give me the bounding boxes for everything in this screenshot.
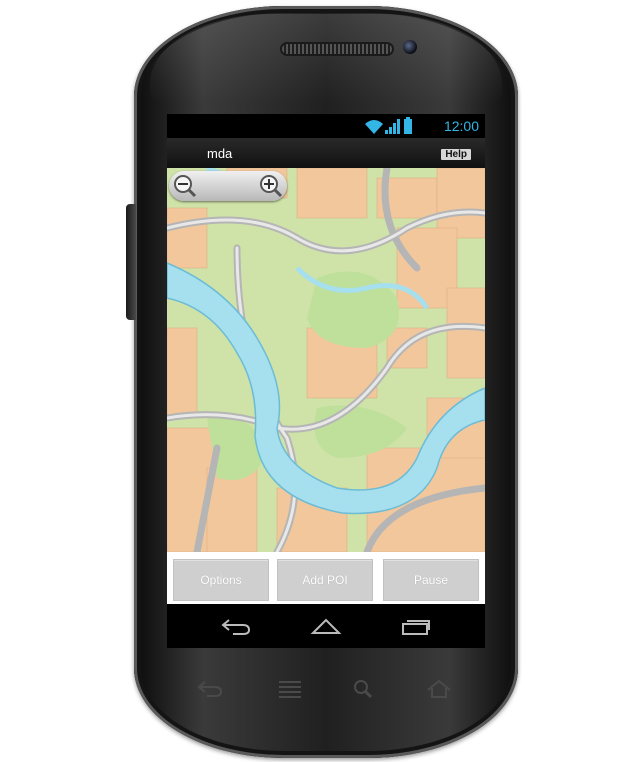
- app-title: mda: [207, 146, 233, 161]
- front-camera: [403, 40, 417, 54]
- map-view[interactable]: [167, 168, 485, 552]
- wifi-icon: [365, 120, 383, 134]
- home-key-icon[interactable]: [424, 678, 454, 700]
- zoom-out-icon[interactable]: [173, 174, 197, 198]
- zoom-control: [169, 171, 287, 201]
- add-poi-button[interactable]: Add POI: [277, 559, 373, 601]
- map-canvas[interactable]: [167, 168, 485, 552]
- signal-icon: [385, 119, 400, 134]
- options-button[interactable]: Options: [173, 559, 269, 601]
- pause-button[interactable]: Pause: [383, 559, 479, 601]
- status-bar: 12:00: [167, 114, 485, 138]
- battery-icon: [404, 117, 412, 134]
- recents-icon[interactable]: [399, 616, 433, 636]
- screen: 12:00 mda Help Options Add POI Pause: [167, 114, 485, 648]
- back-key-icon[interactable]: [195, 678, 225, 700]
- back-icon[interactable]: [219, 616, 253, 636]
- search-key-icon[interactable]: [349, 678, 379, 700]
- volume-button[interactable]: [126, 204, 136, 320]
- action-button-bar: Options Add POI Pause: [167, 552, 485, 604]
- nav-bar: [167, 604, 485, 648]
- status-icons: [365, 117, 412, 134]
- app-bar: mda Help: [167, 138, 485, 168]
- menu-key-icon[interactable]: [275, 678, 305, 700]
- zoom-in-icon[interactable]: [259, 174, 283, 198]
- home-icon[interactable]: [309, 616, 343, 636]
- earpiece-speaker: [280, 42, 394, 56]
- status-time: 12:00: [443, 118, 479, 134]
- help-button[interactable]: Help: [441, 149, 471, 160]
- phone-gloss: [150, 14, 502, 104]
